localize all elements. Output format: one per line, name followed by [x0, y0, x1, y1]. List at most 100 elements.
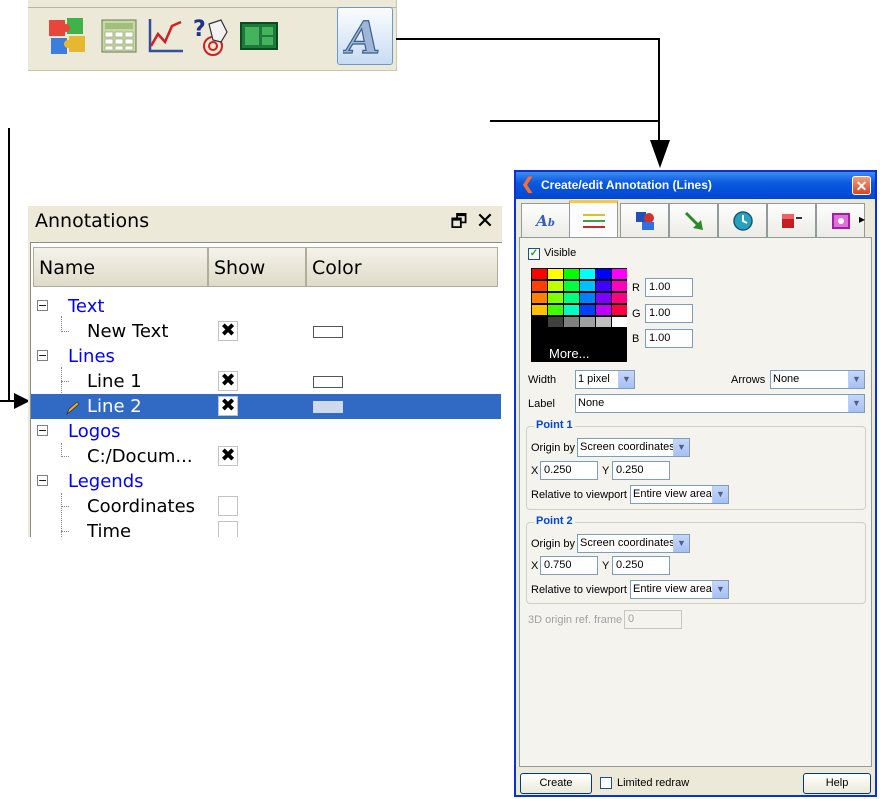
image-tab[interactable] — [816, 203, 865, 237]
color-swatch[interactable] — [564, 293, 579, 303]
collapse-icon[interactable]: − — [37, 425, 48, 436]
width-select[interactable]: 1 pixel ▼ — [575, 370, 635, 389]
color-swatch[interactable] — [564, 305, 579, 315]
float-window-icon[interactable]: 🗗 — [448, 212, 470, 232]
color-swatch[interactable] — [612, 293, 627, 303]
column-header-name[interactable]: Name — [33, 247, 208, 287]
color-swatch[interactable] — [580, 317, 595, 327]
b-field[interactable]: 1.00 — [645, 329, 693, 348]
legend-tab[interactable] — [767, 203, 816, 237]
tree-group-lines[interactable]: − Lines — [31, 344, 501, 369]
y-field[interactable]: 0.250 — [612, 461, 670, 480]
origin-by-select[interactable]: Screen coordinates ▼ — [577, 534, 690, 553]
label-select[interactable]: None ▼ — [575, 394, 865, 413]
show-checkbox[interactable] — [218, 496, 238, 516]
spreadsheet-button[interactable] — [94, 8, 144, 64]
create-button[interactable]: Create — [520, 773, 592, 794]
color-swatch[interactable] — [596, 305, 611, 315]
y-field[interactable]: 0.250 — [612, 556, 670, 575]
tree-group-logos[interactable]: − Logos — [31, 419, 501, 444]
color-swatch[interactable] — [532, 281, 547, 291]
relative-viewport-select[interactable]: Entire view area ▼ — [630, 580, 729, 599]
annotation-button[interactable]: A — [337, 7, 393, 65]
tree-item[interactable]: Coordinates — [31, 494, 501, 519]
color-swatch[interactable] — [313, 326, 343, 338]
arrow-tab[interactable] — [669, 203, 718, 237]
tree-group-text[interactable]: − Text — [31, 294, 501, 319]
show-checkbox[interactable]: ✖ — [218, 446, 238, 466]
tree-item[interactable]: C:/Docum... ✖ — [31, 444, 501, 469]
color-swatch[interactable] — [580, 305, 595, 315]
color-swatch[interactable] — [596, 317, 611, 327]
tree-item[interactable]: Line 1 ✖ — [31, 369, 501, 394]
collapse-icon[interactable]: − — [37, 300, 48, 311]
x-field[interactable]: 0.250 — [540, 461, 598, 480]
pick-query-button[interactable]: ? — [186, 8, 236, 64]
color-swatch[interactable] — [580, 269, 595, 279]
origin-ref-frame-field[interactable]: 0 — [624, 610, 682, 629]
relative-viewport-select[interactable]: Entire view area ▼ — [630, 485, 729, 504]
color-swatch[interactable] — [532, 269, 547, 279]
lines-tab[interactable] — [569, 200, 618, 238]
color-swatch[interactable] — [548, 293, 563, 303]
color-swatch[interactable] — [548, 317, 563, 327]
visible-checkbox[interactable]: ✓ — [528, 248, 540, 260]
tree-item[interactable]: New Text ✖ — [31, 319, 501, 344]
collapse-icon[interactable]: − — [37, 475, 48, 486]
text-2d-tab[interactable]: Ab — [521, 203, 570, 237]
group-label: Legends — [68, 471, 144, 492]
relative-viewport-label: Relative to viewport — [531, 489, 627, 501]
color-swatch[interactable] — [612, 269, 627, 279]
connector-line — [8, 128, 10, 402]
curve-plot-button[interactable] — [140, 8, 190, 64]
color-swatch[interactable] — [580, 281, 595, 291]
x-field[interactable]: 0.750 — [540, 556, 598, 575]
column-header-show[interactable]: Show — [208, 247, 306, 287]
color-swatch[interactable] — [548, 305, 563, 315]
time-tab[interactable] — [718, 203, 767, 237]
limited-redraw-checkbox[interactable] — [600, 777, 612, 789]
dialog-titlebar[interactable]: ❮ Create/edit Annotation (Lines) ✕ — [516, 172, 875, 199]
color-swatch[interactable] — [580, 293, 595, 303]
show-checkbox[interactable]: ✖ — [218, 371, 238, 391]
tree-item-selected[interactable]: Line 2 ✖ — [31, 394, 501, 419]
color-swatch[interactable] — [564, 317, 579, 327]
tree-group-legends[interactable]: − Legends — [31, 469, 501, 494]
color-swatch[interactable] — [596, 269, 611, 279]
close-icon[interactable]: ✕ — [474, 211, 496, 233]
color-swatch[interactable] — [548, 281, 563, 291]
color-swatch[interactable] — [532, 317, 547, 327]
close-icon[interactable]: ✕ — [852, 176, 871, 195]
objects-tab[interactable] — [620, 203, 669, 237]
column-header-color[interactable]: Color — [306, 247, 498, 287]
color-swatch[interactable] — [548, 269, 563, 279]
arrows-select[interactable]: None ▼ — [770, 370, 865, 389]
color-swatch[interactable] — [532, 293, 547, 303]
g-field[interactable]: 1.00 — [645, 304, 693, 323]
show-checkbox[interactable]: ✖ — [218, 396, 238, 416]
connector-arrowhead — [650, 140, 670, 168]
more-colors-button[interactable]: More... — [549, 346, 589, 361]
show-checkbox[interactable]: ✖ — [218, 321, 238, 341]
color-swatch[interactable] — [612, 281, 627, 291]
color-swatch[interactable] — [612, 305, 627, 315]
color-swatch[interactable] — [532, 305, 547, 315]
help-button[interactable]: Help — [803, 773, 871, 794]
collapse-icon[interactable]: − — [37, 350, 48, 361]
color-swatch[interactable] — [596, 281, 611, 291]
color-swatch[interactable] — [596, 293, 611, 303]
chevron-down-icon: ▼ — [848, 395, 864, 412]
puzzle-button[interactable] — [42, 8, 92, 64]
show-checkbox[interactable] — [218, 521, 238, 537]
tab-scroll-right-icon[interactable]: ▸ — [859, 212, 865, 226]
r-field[interactable]: 1.00 — [645, 278, 693, 297]
color-swatch[interactable] — [564, 269, 579, 279]
layout-button[interactable] — [234, 8, 284, 64]
color-palette[interactable]: More... — [531, 268, 627, 362]
color-swatch[interactable] — [313, 376, 343, 388]
color-swatch[interactable] — [564, 281, 579, 291]
color-swatch[interactable] — [313, 401, 343, 413]
tree-item[interactable]: Time — [31, 519, 501, 537]
color-swatch[interactable] — [612, 317, 627, 327]
origin-by-select[interactable]: Screen coordinates ▼ — [577, 438, 690, 457]
